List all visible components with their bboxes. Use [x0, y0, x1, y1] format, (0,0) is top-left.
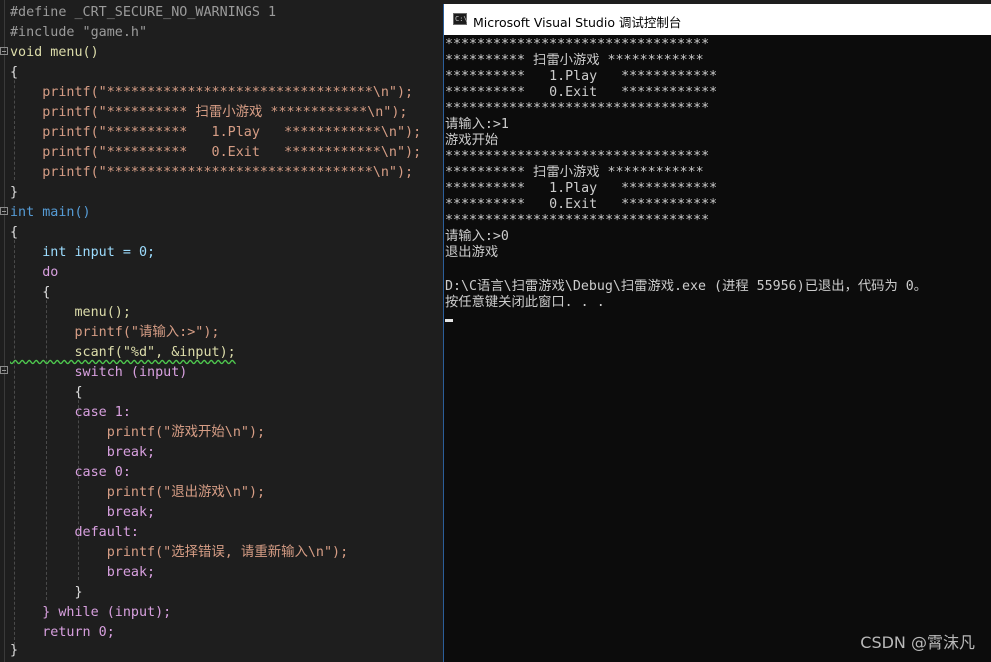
- code-text: do: [10, 265, 59, 280]
- console-line: ********** 0.Exit ************: [445, 85, 718, 100]
- code-line: {: [10, 283, 50, 303]
- code-editor[interactable]: #define _CRT_SECURE_NO_WARNINGS 1 #inclu…: [0, 0, 443, 662]
- code-line: break;: [10, 503, 155, 523]
- code-text: printf("********************************…: [10, 165, 414, 180]
- code-line: printf("********************************…: [10, 163, 413, 183]
- code-text: case 0:: [10, 465, 131, 480]
- console-titlebar[interactable]: C:\ Microsoft Visual Studio 调试控制台: [444, 4, 991, 35]
- code-text: printf("游戏开始\n");: [10, 425, 266, 440]
- code-line: {: [10, 223, 18, 243]
- code-line: scanf("%d", &input);: [10, 343, 236, 363]
- console-line: *********************************: [445, 213, 710, 228]
- code-line: printf("********** 1.Play ************\n…: [10, 123, 421, 143]
- code-line: } while (input);: [10, 603, 171, 623]
- code-line: menu();: [10, 303, 131, 323]
- code-text: }: [10, 585, 83, 600]
- debug-console-window[interactable]: C:\ Microsoft Visual Studio 调试控制台 ******…: [443, 4, 991, 662]
- console-line: ********** 0.Exit ************: [445, 197, 718, 212]
- code-line: int main(): [10, 203, 91, 223]
- watermark: CSDN @霄沫凡: [860, 633, 975, 652]
- code-text: } while (input);: [10, 605, 172, 620]
- code-text: break;: [10, 505, 156, 520]
- code-text: menu();: [10, 305, 131, 320]
- code-text: printf("退出游戏\n");: [10, 485, 266, 500]
- fold-toggle-switch[interactable]: [0, 366, 8, 374]
- console-line: 请输入:>1: [445, 117, 509, 132]
- code-line: #define _CRT_SECURE_NO_WARNINGS 1: [10, 3, 276, 23]
- code-text: int main(): [10, 205, 91, 220]
- code-line: return 0;: [10, 623, 115, 643]
- fold-toggle-main[interactable]: [0, 207, 8, 215]
- console-icon-label: C:\: [455, 15, 468, 23]
- code-line: default:: [10, 523, 139, 543]
- code-text: printf("********************************…: [10, 85, 414, 100]
- code-line: void menu(): [10, 43, 99, 63]
- console-line: 按任意键关闭此窗口. . .: [445, 295, 605, 310]
- console-line: 请输入:>0: [445, 229, 509, 244]
- code-line: printf("游戏开始\n");: [10, 423, 265, 443]
- code-text: {: [10, 225, 19, 240]
- console-line: ********** 1.Play ************: [445, 181, 718, 196]
- code-text: scanf("%d", &input);: [10, 345, 236, 360]
- code-line: printf("********************************…: [10, 83, 413, 103]
- code-line: printf("********** 0.Exit ************\n…: [10, 143, 421, 163]
- code-text: printf("请输入:>");: [10, 325, 220, 340]
- console-cursor: [445, 319, 453, 322]
- code-line: break;: [10, 443, 155, 463]
- code-line: {: [10, 63, 18, 83]
- console-line: *********************************: [445, 101, 710, 116]
- code-text: void menu(): [10, 45, 99, 60]
- code-text: printf("********** 扫雷小游戏 ************\n"…: [10, 105, 408, 120]
- console-line: D:\C语言\扫雷游戏\Debug\扫雷游戏.exe (进程 55956)已退出…: [445, 279, 928, 294]
- code-line: printf("请输入:>");: [10, 323, 219, 343]
- code-line: printf("选择错误, 请重新输入\n");: [10, 543, 348, 563]
- fold-toggle-menu[interactable]: [0, 47, 8, 55]
- code-line: int input = 0;: [10, 243, 155, 263]
- code-line: {: [10, 383, 83, 403]
- code-text: int input = 0;: [10, 245, 156, 260]
- code-text: #define _CRT_SECURE_NO_WARNINGS 1: [10, 5, 277, 20]
- code-text: }: [10, 643, 19, 658]
- code-text: printf("********** 1.Play ************\n…: [10, 125, 422, 140]
- code-text: break;: [10, 445, 156, 460]
- code-line: printf("退出游戏\n");: [10, 483, 265, 503]
- console-line: ********** 扫雷小游戏 ************: [445, 53, 704, 68]
- console-line: ********** 1.Play ************: [445, 69, 718, 84]
- code-text: case 1:: [10, 405, 131, 420]
- code-line: }: [10, 183, 18, 203]
- code-line: }: [10, 583, 83, 603]
- code-line: case 0:: [10, 463, 131, 483]
- code-text: {: [10, 385, 83, 400]
- editor-gutter-line: [4, 0, 5, 662]
- code-text: default:: [10, 525, 139, 540]
- code-text: switch (input): [10, 365, 188, 380]
- console-title: Microsoft Visual Studio 调试控制台: [473, 15, 682, 30]
- code-text: }: [10, 185, 19, 200]
- code-line: printf("********** 扫雷小游戏 ************\n"…: [10, 103, 408, 123]
- code-line: }: [10, 641, 18, 661]
- console-line: ********** 扫雷小游戏 ************: [445, 165, 704, 180]
- console-line: 游戏开始: [445, 133, 499, 148]
- code-text: {: [10, 285, 51, 300]
- code-text: printf("选择错误, 请重新输入\n");: [10, 545, 349, 560]
- code-line: do: [10, 263, 58, 283]
- code-line: #include "game.h": [10, 23, 147, 43]
- console-line: 退出游戏: [445, 245, 499, 260]
- console-line: *********************************: [445, 149, 710, 164]
- code-line: break;: [10, 563, 155, 583]
- code-line: switch (input): [10, 363, 187, 383]
- console-app-icon: C:\: [453, 13, 468, 25]
- console-line: *********************************: [445, 37, 710, 52]
- code-text: {: [10, 65, 19, 80]
- code-text: #include "game.h": [10, 25, 148, 40]
- console-output[interactable]: ********************************* ******…: [444, 35, 991, 662]
- code-text: return 0;: [10, 625, 115, 640]
- code-text: printf("********** 0.Exit ************\n…: [10, 145, 422, 160]
- code-text: break;: [10, 565, 156, 580]
- code-line: case 1:: [10, 403, 131, 423]
